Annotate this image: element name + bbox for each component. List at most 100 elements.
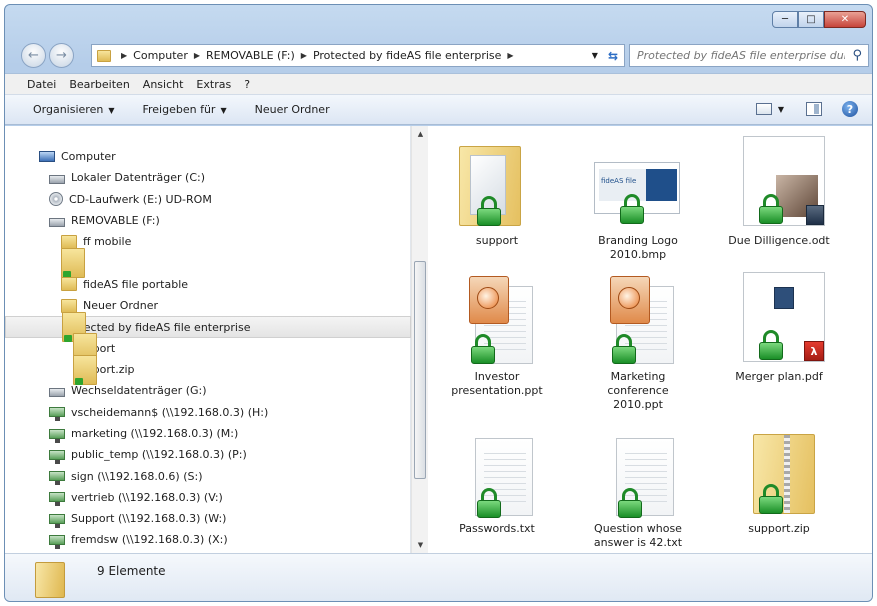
breadcrumb-removable[interactable]: REMOVABLE (F:): [206, 49, 295, 62]
file-item[interactable]: fideAS file Branding Logo 2010.bmp: [583, 136, 693, 262]
menu-help[interactable]: ?: [244, 78, 250, 91]
organize-button[interactable]: Organisieren ▼: [33, 103, 114, 116]
lock-icon: [759, 330, 783, 360]
change-view-icon[interactable]: [755, 103, 772, 115]
hard-drive-icon: [49, 174, 65, 184]
menu-extras[interactable]: Extras: [196, 78, 231, 91]
tree-item[interactable]: vscheidemann$ (\\192.168.0.3) (H:): [5, 402, 411, 423]
window-controls: ─ □ ✕: [772, 11, 866, 28]
breadcrumb: ▶ Computer ▶ REMOVABLE (F:) ▶ Protected …: [115, 49, 520, 62]
maximize-button[interactable]: □: [798, 11, 824, 28]
tree-item[interactable]: ffe: [5, 248, 411, 279]
back-button[interactable]: ←: [21, 43, 46, 68]
lock-icon: [477, 196, 501, 226]
file-view: support fideAS file Branding Logo 2010.bmp…: [428, 126, 872, 553]
chevron-down-icon[interactable]: ▼: [778, 105, 784, 114]
tree-item[interactable]: Protected by fideAS file enterprise: [5, 312, 411, 343]
tree-item[interactable]: fideAS file portable: [5, 274, 411, 295]
tree-item-label: ff mobile: [83, 235, 132, 249]
search-icon[interactable]: ⚲: [852, 48, 862, 63]
close-icon: ✕: [840, 13, 850, 25]
chevron-down-icon: ▼: [220, 106, 227, 115]
search-input[interactable]: [637, 49, 845, 62]
folder-icon: [61, 298, 77, 313]
file-item[interactable]: Question whose answer is 42.txt: [583, 424, 693, 550]
file-item[interactable]: Marketing conference 2010.ppt: [583, 272, 693, 412]
file-thumbnail: [588, 272, 688, 368]
file-thumbnail: fideAS file: [588, 136, 688, 232]
organize-label: Organisieren: [33, 103, 104, 116]
details-pane: 9 Elemente: [5, 553, 872, 601]
file-thumbnail: λ: [729, 272, 829, 368]
tree-item[interactable]: support.zip: [5, 354, 411, 385]
breadcrumb-protected[interactable]: Protected by fideAS file enterprise: [313, 49, 501, 62]
scroll-thumb[interactable]: [414, 261, 426, 479]
folder-icon: [97, 49, 111, 62]
tree-item[interactable]: sign (\\192.168.0.6) (S:): [5, 465, 411, 486]
tree-item-label: fremdsw (\\192.168.0.3) (X:): [71, 533, 228, 547]
tree-item-label: CD-Laufwerk (E:) UD-ROM: [69, 192, 212, 206]
tree-item[interactable]: CD-Laufwerk (E:) UD-ROM: [5, 189, 411, 210]
tree-item[interactable]: Computer: [5, 146, 411, 167]
address-bar[interactable]: ▶ Computer ▶ REMOVABLE (F:) ▶ Protected …: [91, 44, 625, 67]
scroll-down-icon[interactable]: ▼: [412, 537, 429, 553]
new-folder-button[interactable]: Neuer Ordner: [255, 103, 330, 116]
menu-bar: Datei Bearbeiten Ansicht Extras ?: [5, 73, 872, 95]
tree-item[interactable]: Lokaler Datenträger (C:): [5, 167, 411, 188]
file-item[interactable]: Investor presentation.ppt: [442, 272, 552, 398]
share-button[interactable]: Freigeben für ▼: [142, 103, 226, 116]
removable-drive-icon: [49, 217, 65, 227]
explorer-window: ─ □ ✕ ← → ▶ Computer ▶ REMOVABLE (F:) ▶ …: [4, 4, 873, 602]
file-name: Investor presentation.ppt: [451, 370, 543, 397]
chevron-right-icon[interactable]: ▶: [194, 51, 200, 60]
arrow-left-icon: ←: [28, 48, 39, 63]
tree-item[interactable]: support: [5, 333, 411, 364]
close-button[interactable]: ✕: [824, 11, 866, 28]
file-item[interactable]: λ Merger plan.pdf: [724, 272, 834, 384]
chevron-right-icon[interactable]: ▶: [301, 51, 307, 60]
file-item[interactable]: Passwords.txt: [442, 424, 552, 536]
folder-icon: [35, 562, 65, 598]
network-drive-icon: [49, 407, 65, 422]
refresh-icon[interactable]: ⇆: [608, 49, 618, 63]
tree-item[interactable]: vertrieb (\\192.168.0.3) (V:): [5, 487, 411, 508]
lock-icon: [612, 334, 636, 364]
folder-tree: Computer Lokaler Datenträger (C:) CD-Laufw…: [5, 146, 411, 551]
tree-item[interactable]: REMOVABLE (F:): [5, 210, 411, 231]
file-item[interactable]: Due Dilligence.odt: [724, 136, 834, 248]
preview-pane-icon[interactable]: [806, 102, 822, 116]
tree-item-label: public_temp (\\192.168.0.3) (P:): [71, 448, 247, 462]
forward-button[interactable]: →: [49, 43, 74, 68]
search-box: ⚲: [629, 44, 869, 67]
history-dropdown-icon[interactable]: ▼: [592, 51, 598, 60]
scroll-up-icon[interactable]: ▲: [412, 126, 429, 142]
chevron-right-icon[interactable]: ▶: [507, 51, 513, 60]
tree-item[interactable]: Wechseldatenträger (G:): [5, 380, 411, 401]
tree-item[interactable]: public_temp (\\192.168.0.3) (P:): [5, 444, 411, 465]
tree-item-label: Computer: [61, 150, 116, 164]
help-icon[interactable]: ?: [842, 101, 858, 117]
chevron-right-icon: ▶: [121, 51, 128, 60]
navigation-scrollbar[interactable]: ▲ ▼: [411, 126, 428, 553]
cd-drive-icon: [49, 192, 63, 207]
file-item[interactable]: support.zip: [724, 424, 834, 536]
maximize-icon: □: [806, 13, 816, 25]
minimize-icon: ─: [781, 13, 789, 25]
title-bar[interactable]: ─ □ ✕: [5, 5, 872, 37]
menu-datei[interactable]: Datei: [27, 78, 56, 91]
tree-item[interactable]: fremdsw (\\192.168.0.3) (X:): [5, 529, 411, 550]
menu-bearbeiten[interactable]: Bearbeiten: [69, 78, 129, 91]
item-count: 9 Elemente: [97, 564, 166, 578]
address-row: ← → ▶ Computer ▶ REMOVABLE (F:) ▶ Protec…: [5, 39, 872, 73]
tree-item[interactable]: marketing (\\192.168.0.3) (M:): [5, 423, 411, 444]
navigation-pane: Computer Lokaler Datenträger (C:) CD-Laufw…: [5, 126, 411, 553]
minimize-button[interactable]: ─: [772, 11, 798, 28]
share-label: Freigeben für: [142, 103, 216, 116]
command-bar: Organisieren ▼ Freigeben für ▼ Neuer Ordne…: [5, 95, 872, 125]
tree-item-label: Support (\\192.168.0.3) (W:): [71, 512, 227, 526]
file-name: support: [475, 234, 519, 247]
breadcrumb-computer[interactable]: Computer: [133, 49, 188, 62]
menu-ansicht[interactable]: Ansicht: [143, 78, 184, 91]
tree-item[interactable]: Support (\\192.168.0.3) (W:): [5, 508, 411, 529]
file-item[interactable]: support: [442, 136, 552, 248]
